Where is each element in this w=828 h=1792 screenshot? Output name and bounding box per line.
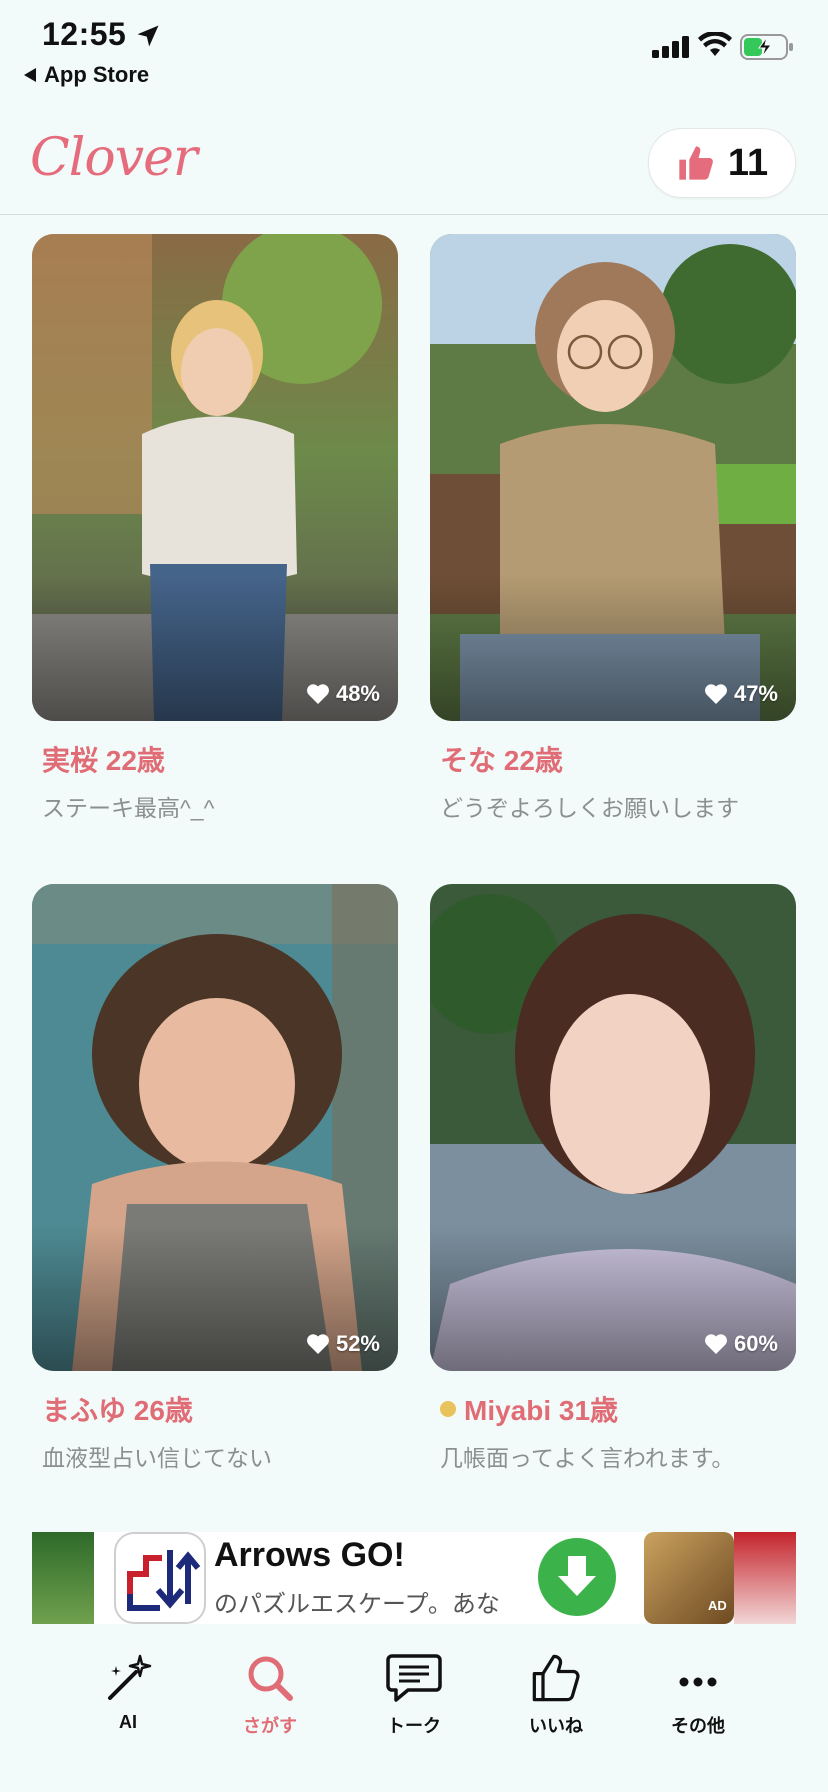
profile-bio: 血液型占い信じてない [42,1445,272,1471]
tab-search[interactable]: さがす [192,1642,348,1752]
profile-bio: 几帳面ってよく言われます。 [440,1445,735,1471]
match-value: 60% [733,1331,778,1356]
battery-charging-icon [740,34,793,60]
profile-name-text: まふゆ 26歳 [42,1395,193,1426]
cellular-signal-icon [652,36,689,58]
download-arrow-icon [558,1556,596,1596]
tab-label: その他 [671,1716,725,1736]
tab-talk[interactable]: トーク [344,1648,484,1752]
profile-photo: 60% [430,884,796,1371]
profile-photo: 48% [32,234,398,721]
ad-app-icon [114,1532,206,1624]
tab-more[interactable]: その他 [628,1648,768,1752]
magic-wand-icon [108,1654,152,1700]
profile-name: そな 22歳 [440,739,796,779]
profile-card[interactable]: 60% Miyabi 31歳 几帳面ってよく言われます。 [430,884,796,1473]
like-count: 11 [727,141,769,184]
ad-side-image [32,1532,94,1624]
profile-name: Miyabi 31歳 [440,1389,796,1429]
match-percentage: 48% [306,681,380,707]
status-time: 12:55 [42,16,127,52]
ad-subtitle: のパズルエスケープ。あな [214,1591,500,1618]
profile-card[interactable]: 48% 実桜 22歳 ステーキ最高^_^ [32,234,398,823]
tab-label: いいね [529,1716,583,1736]
back-to-app-store[interactable]: App Store [24,62,149,88]
heart-icon [704,684,727,704]
thumbs-up-icon [679,146,713,180]
search-icon [248,1656,293,1701]
profile-card[interactable]: 47% そな 22歳 どうぞよろしくお願いします [430,234,796,823]
chat-bubble-icon [386,1654,442,1702]
thumbs-up-icon [532,1654,580,1702]
back-label: App Store [44,62,150,87]
match-value: 52% [335,1331,380,1356]
ad-download-button[interactable] [538,1538,616,1616]
match-value: 47% [733,681,778,706]
more-dots-icon [679,1677,717,1687]
tab-label: さがす [243,1716,297,1736]
profile-name: 実桜 22歳 [42,739,398,779]
match-percentage: 47% [704,681,778,707]
profile-bio: ステーキ最高^_^ [42,795,215,821]
ad-banner[interactable]: Arrows GO! のパズルエスケープ。あな AD [32,1532,796,1624]
profile-name-text: そな 22歳 [440,745,563,776]
tab-ai[interactable]: AI [58,1648,198,1752]
status-bar: 12:55 App Store [0,0,828,100]
tab-likes[interactable]: いいね [486,1648,626,1752]
heart-icon [306,1334,329,1354]
bottom-tab-bar: AI さがす トーク いいね その他 [0,1624,828,1792]
back-triangle-icon [24,68,36,82]
wifi-icon [698,32,732,56]
profile-photo: 52% [32,884,398,1371]
profile-name: まふゆ 26歳 [42,1389,398,1429]
match-percentage: 60% [704,1331,778,1357]
ad-badge: AD [708,1598,727,1613]
tab-label: AI [119,1712,137,1732]
profile-card[interactable]: 52% まふゆ 26歳 血液型占い信じてない [32,884,398,1473]
location-arrow-icon [137,25,159,47]
online-status-dot [440,1401,456,1417]
ad-title: Arrows GO! [214,1536,405,1574]
heart-icon [306,684,329,704]
app-header: Clover 11 [0,100,828,215]
clover-logo: Clover [30,128,198,188]
heart-icon [704,1334,727,1354]
like-count-button[interactable]: 11 [648,128,796,198]
tab-label: トーク [387,1716,441,1736]
match-value: 48% [335,681,380,706]
ad-side-image [734,1532,796,1624]
profile-bio: どうぞよろしくお願いします [440,795,739,821]
profile-name-text: Miyabi 31歳 [464,1395,619,1426]
match-percentage: 52% [306,1331,380,1357]
profile-name-text: 実桜 22歳 [42,745,165,776]
profile-photo: 47% [430,234,796,721]
